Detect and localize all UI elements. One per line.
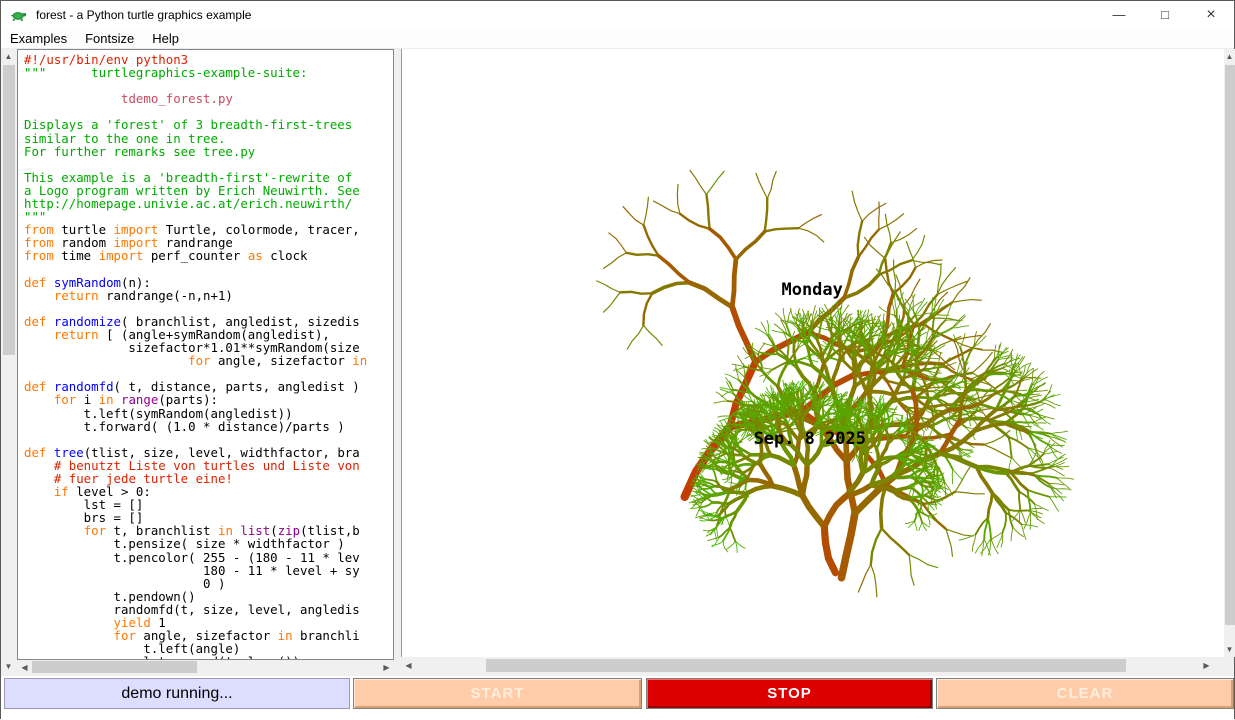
canvas-label: Monday [782, 280, 843, 300]
bottom-bar: demo running... START STOP CLEAR [1, 676, 1234, 720]
minimize-button[interactable]: — [1096, 1, 1142, 28]
code-text: #!/usr/bin/env python3""" turtlegraphics… [24, 53, 367, 660]
middle-tree [824, 527, 835, 573]
code-vertical-scrollbar[interactable]: ▲ ▼ [1, 49, 17, 674]
turtle-icon [10, 6, 28, 24]
canvas-label: Sep. 8 2025 [754, 429, 866, 449]
scroll-left-icon[interactable]: ◀ [17, 660, 32, 674]
code-line: return randrange(-n,n+1) [24, 289, 367, 302]
scroll-up-icon[interactable]: ▲ [1, 49, 16, 64]
window-title: forest - a Python turtle graphics exampl… [36, 8, 251, 22]
code-hscroll-thumb[interactable] [32, 661, 197, 673]
scroll-left-icon[interactable]: ◀ [401, 658, 416, 673]
code-horizontal-scrollbar[interactable]: ◀ ▶ [17, 660, 394, 674]
main-area: ▲ ▼ #!/usr/bin/env python3""" turtlegrap… [1, 49, 1234, 676]
scroll-right-icon[interactable]: ▶ [379, 660, 394, 674]
app-window: forest - a Python turtle graphics exampl… [0, 0, 1235, 719]
source-code-pane[interactable]: #!/usr/bin/env python3""" turtlegraphics… [17, 49, 394, 660]
start-button[interactable]: START [353, 678, 642, 709]
clear-button[interactable]: CLEAR [936, 678, 1234, 709]
scroll-down-icon[interactable]: ▼ [1, 659, 16, 674]
code-line: For further remarks see tree.py [24, 145, 367, 158]
close-button[interactable]: × [1188, 1, 1234, 28]
canvas-hscroll-thumb[interactable] [486, 659, 1126, 672]
middle-tree [803, 496, 825, 527]
menu-examples[interactable]: Examples [1, 29, 76, 48]
scroll-down-icon[interactable]: ▼ [1222, 642, 1235, 657]
canvas-vertical-scrollbar[interactable]: ▲ ▼ [1224, 49, 1235, 657]
status-label: demo running... [4, 678, 350, 709]
code-line: http://homepage.univie.ac.at/erich.neuwi… [24, 197, 367, 210]
menu-fontsize[interactable]: Fontsize [76, 29, 143, 48]
maximize-button[interactable]: □ [1142, 1, 1188, 28]
stop-button[interactable]: STOP [646, 678, 933, 709]
code-line: t.forward( (1.0 * distance)/parts ) [24, 420, 367, 433]
middle-tree [824, 497, 845, 527]
code-line: """ turtlegraphics-example-suite: [24, 66, 367, 79]
code-line: tdemo_forest.py [24, 92, 367, 105]
canvas-vscroll-thumb[interactable] [1225, 65, 1235, 625]
menu-help[interactable]: Help [143, 29, 188, 48]
turtle-canvas[interactable]: Monday Sep. 8 2025 [401, 49, 1224, 657]
right-tree [841, 513, 854, 578]
scroll-right-icon[interactable]: ▶ [1199, 658, 1214, 673]
code-vscroll-thumb[interactable] [3, 65, 15, 355]
menu-bar: Examples Fontsize Help [1, 28, 1234, 49]
scroll-up-icon[interactable]: ▲ [1222, 49, 1235, 64]
canvas-horizontal-scrollbar[interactable]: ◀ ▶ [401, 658, 1214, 673]
title-bar: forest - a Python turtle graphics exampl… [1, 1, 1234, 28]
code-line: for angle, sizefactor in [24, 354, 367, 367]
code-line: from time import perf_counter as clock [24, 249, 367, 262]
